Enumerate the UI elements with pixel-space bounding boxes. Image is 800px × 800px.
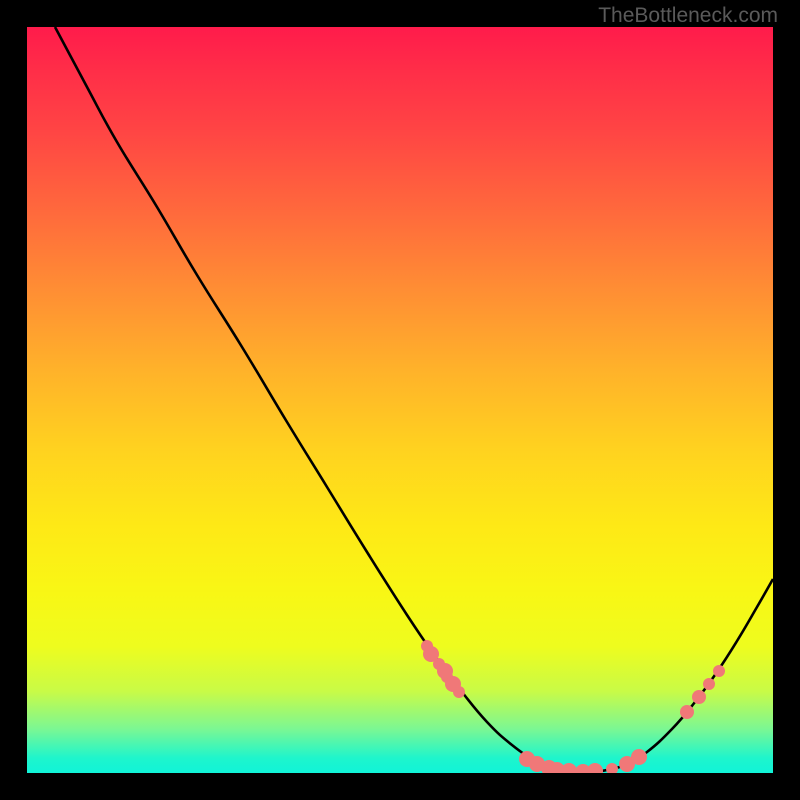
chart-plot-area bbox=[27, 27, 773, 773]
chart-gradient-background bbox=[27, 27, 773, 773]
watermark-text: TheBottleneck.com bbox=[598, 4, 778, 28]
